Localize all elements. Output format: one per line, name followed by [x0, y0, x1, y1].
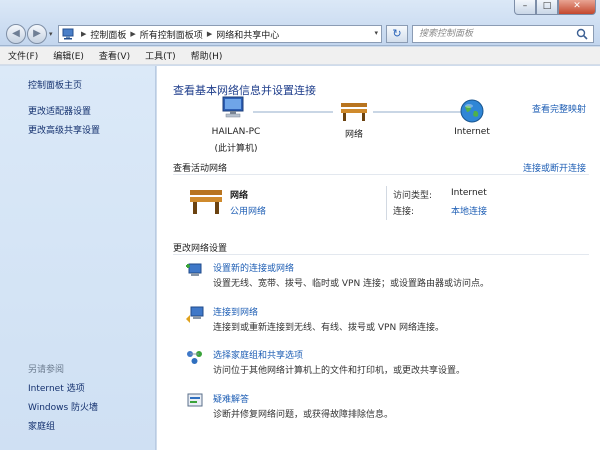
- bench-icon: [190, 190, 222, 214]
- address-bar[interactable]: ▶ 控制面板 ▶ 所有控制面板项 ▶ 网络和共享中心 ▾: [58, 25, 382, 43]
- bench-icon: [341, 103, 367, 121]
- task-description: 设置无线、宽带、拨号、临时或 VPN 连接；或设置路由器或访问点。: [213, 279, 490, 289]
- sidebar-link-firewall[interactable]: Windows 防火墙: [28, 400, 98, 413]
- card-divider: [386, 186, 387, 220]
- local-connection-link[interactable]: 本地连接: [451, 204, 487, 217]
- main-content: 查看基本网络信息并设置连接 查看完整映射 HAILAN-PC (此计算机) 网络…: [157, 66, 600, 450]
- search-icon[interactable]: [576, 28, 588, 40]
- change-settings-heading: 更改网络设置: [173, 244, 228, 254]
- back-button[interactable]: ◀: [6, 24, 26, 44]
- map-internet-label: Internet: [454, 127, 490, 137]
- troubleshoot-icon: [187, 393, 203, 407]
- control-panel-icon: [62, 28, 74, 40]
- recent-pages-dropdown[interactable]: ▾: [49, 30, 53, 38]
- network-type-link[interactable]: 公用网络: [230, 204, 266, 217]
- task-description: 访问位于其他网络计算机上的文件和打印机，或更改共享设置。: [213, 366, 466, 376]
- menu-help[interactable]: 帮助(H): [183, 49, 230, 62]
- access-type-value: Internet: [451, 188, 487, 198]
- window-controls: – □ ✕: [514, 0, 596, 15]
- task-setup-connection[interactable]: 设置新的连接或网络 设置无线、宽带、拨号、临时或 VPN 连接；或设置路由器或访…: [185, 261, 595, 291]
- menu-file[interactable]: 文件(F): [0, 49, 45, 62]
- close-button[interactable]: ✕: [558, 0, 596, 15]
- view-full-map-link[interactable]: 查看完整映射: [532, 102, 586, 115]
- breadcrumb-all-items[interactable]: 所有控制面板项: [140, 28, 203, 41]
- breadcrumb-separator: ▶: [81, 30, 87, 38]
- globe-icon: [460, 99, 484, 123]
- homegroup-icon: [187, 351, 202, 364]
- minimize-button[interactable]: –: [514, 0, 536, 15]
- refresh-button[interactable]: ↻: [386, 25, 408, 43]
- breadcrumb-separator: ▶: [130, 30, 136, 38]
- task-troubleshoot[interactable]: 疑难解答 诊断并修复网络问题，或获得故障排除信息。: [185, 392, 595, 422]
- access-type-label: 访问类型:: [393, 191, 433, 201]
- sidebar-link-homegroup[interactable]: 家庭组: [28, 419, 55, 432]
- task-title[interactable]: 设置新的连接或网络: [213, 261, 294, 274]
- title-bar: – □ ✕ ◀ ▶ ▾ ▶ 控制面板 ▶ 所有控制面板项 ▶ 网络和共享中心 ▾…: [0, 0, 600, 46]
- see-also-heading: 另请参阅: [28, 365, 65, 375]
- breadcrumb-network-center[interactable]: 网络和共享中心: [216, 28, 279, 41]
- map-computer-name: HAILAN-PC: [211, 127, 261, 137]
- sidebar-link-sharing-settings[interactable]: 更改高级共享设置: [28, 123, 100, 136]
- menu-edit[interactable]: 编辑(E): [45, 49, 91, 62]
- active-network-name: 网络: [230, 191, 249, 201]
- new-connection-icon: [186, 263, 202, 276]
- map-connector-line: [253, 111, 333, 113]
- section-divider: [173, 174, 589, 175]
- map-network-label: 网络: [344, 130, 363, 140]
- sidebar-link-adapter-settings[interactable]: 更改适配器设置: [28, 104, 91, 117]
- menu-tools[interactable]: 工具(T): [137, 49, 183, 62]
- task-connect-network[interactable]: 连接到网络 连接到或重新连接到无线、有线、拨号或 VPN 网络连接。: [185, 305, 595, 335]
- menu-view[interactable]: 查看(V): [91, 49, 137, 62]
- task-description: 诊断并修复网络问题，或获得故障排除信息。: [213, 410, 394, 420]
- task-title[interactable]: 连接到网络: [213, 305, 258, 318]
- computer-icon: [222, 96, 244, 118]
- sidebar-link-control-panel-home[interactable]: 控制面板主页: [28, 78, 82, 91]
- menu-bar: 文件(F) 编辑(E) 查看(V) 工具(T) 帮助(H): [0, 47, 600, 65]
- map-connector-line: [373, 111, 461, 113]
- active-networks-heading: 查看活动网络: [173, 164, 228, 174]
- connections-label: 连接:: [393, 207, 415, 217]
- search-input[interactable]: 搜索控制面板: [412, 25, 594, 43]
- sidebar: 控制面板主页 更改适配器设置 更改高级共享设置 另请参阅 Internet 选项…: [0, 66, 156, 450]
- task-description: 连接到或重新连接到无线、有线、拨号或 VPN 网络连接。: [213, 323, 445, 333]
- section-divider: [173, 254, 589, 255]
- breadcrumb-separator: ▶: [206, 30, 213, 38]
- map-computer-sub: (此计算机): [214, 144, 258, 154]
- forward-button[interactable]: ▶: [27, 24, 47, 44]
- maximize-button[interactable]: □: [536, 0, 558, 15]
- connect-disconnect-link[interactable]: 连接或断开连接: [523, 161, 586, 174]
- breadcrumb-control-panel[interactable]: 控制面板: [90, 28, 126, 41]
- address-dropdown[interactable]: ▾: [374, 29, 378, 37]
- task-title[interactable]: 选择家庭组和共享选项: [213, 348, 303, 361]
- task-title[interactable]: 疑难解答: [213, 392, 249, 405]
- sidebar-link-internet-options[interactable]: Internet 选项: [28, 381, 85, 394]
- connect-network-icon: [186, 306, 204, 323]
- task-homegroup-sharing[interactable]: 选择家庭组和共享选项 访问位于其他网络计算机上的文件和打印机，或更改共享设置。: [185, 348, 595, 378]
